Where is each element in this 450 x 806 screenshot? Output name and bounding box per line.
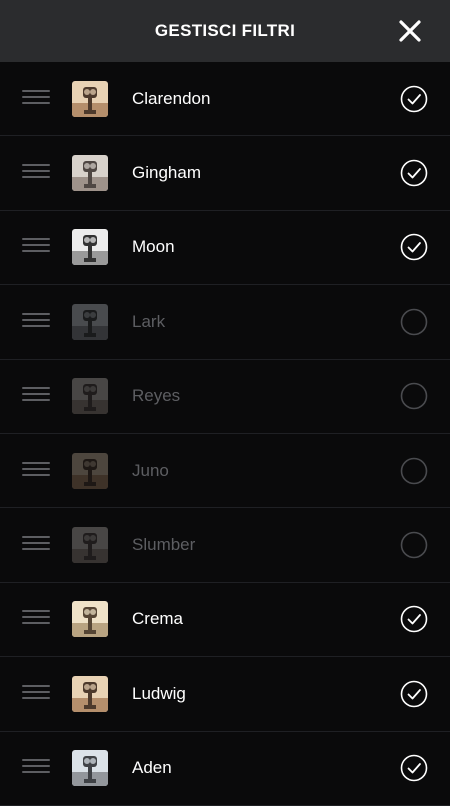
filter-name: Clarendon [132,88,211,108]
empty-circle-icon[interactable] [400,457,428,485]
close-button[interactable] [396,17,424,45]
drag-handle-icon[interactable] [22,312,50,331]
filter-row[interactable]: Reyes [0,360,450,434]
drag-handle-icon[interactable] [22,759,50,777]
filter-row[interactable]: Juno [0,434,450,509]
checkmark-circle-icon[interactable] [400,159,428,187]
filter-row[interactable]: Slumber [0,508,450,583]
drag-handle-icon[interactable] [22,536,50,554]
filter-row[interactable]: Clarendon [0,62,450,137]
filter-thumbnail [72,452,108,489]
filter-thumbnail [72,80,108,117]
drag-handle-icon[interactable] [22,164,50,182]
filter-name: Aden [132,758,172,778]
filter-thumbnail [72,527,108,564]
filter-row[interactable]: Crema [0,583,450,658]
checkmark-circle-icon[interactable] [400,605,428,633]
drag-handle-icon[interactable] [22,610,50,628]
filter-row[interactable]: Moon [0,211,450,286]
filter-thumbnail [72,675,108,712]
filter-row[interactable]: Ludwig [0,657,450,732]
filter-name: Moon [132,237,175,257]
checkmark-circle-icon[interactable] [400,85,428,113]
checkmark-circle-icon[interactable] [400,233,428,261]
empty-circle-icon[interactable] [400,308,428,336]
filter-name: Juno [132,460,169,480]
filter-row[interactable]: Gingham [0,136,450,211]
filter-name: Ludwig [132,683,186,703]
checkmark-circle-icon[interactable] [400,754,428,782]
filter-name: Slumber [132,535,196,555]
empty-circle-icon[interactable] [400,382,428,410]
filter-thumbnail [72,378,108,415]
checkmark-circle-icon[interactable] [400,680,428,708]
page-title: GESTISCI FILTRI [154,21,296,40]
empty-circle-icon[interactable] [400,531,428,559]
filter-name: Lark [132,311,166,331]
filter-thumbnail [72,155,108,192]
drag-handle-icon[interactable] [22,89,50,108]
drag-handle-icon[interactable] [22,238,50,256]
filter-thumbnail [72,229,108,266]
filter-row[interactable]: Lark [0,285,450,360]
filter-name: Crema [132,609,184,629]
filter-thumbnail [72,303,108,340]
drag-handle-icon[interactable] [22,387,50,405]
close-icon [399,20,421,42]
filter-row[interactable]: Aden [0,732,450,806]
filter-list: Clarendon Gingham Moon Lark Reyes Juno Slumber… [0,62,450,806]
filter-thumbnail [72,601,108,638]
filter-thumbnail [72,750,108,787]
filter-name: Gingham [132,163,201,183]
header-bar: GESTISCI FILTRI [0,0,450,62]
drag-handle-icon[interactable] [22,684,50,703]
filter-name: Reyes [132,386,181,406]
drag-handle-icon[interactable] [22,461,50,480]
